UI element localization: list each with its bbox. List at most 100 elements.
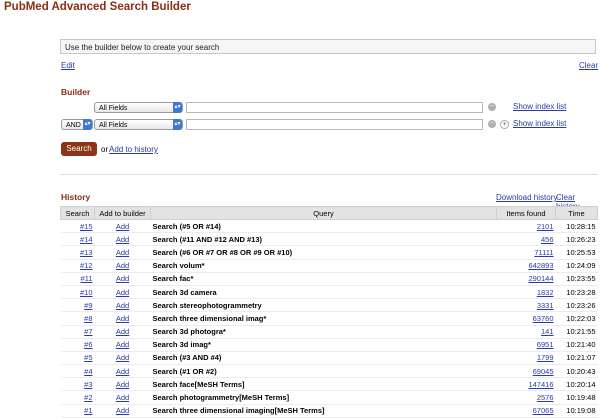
field-select-1[interactable]: All Fields ▴▾	[94, 102, 183, 113]
col-search: Search	[60, 206, 95, 220]
download-history-link[interactable]: Download history	[496, 193, 557, 202]
add-to-builder-link[interactable]: Add	[116, 406, 129, 415]
items-found-link[interactable]: 3331	[537, 301, 554, 310]
history-time: 10:26:23	[566, 234, 596, 244]
history-search-id[interactable]: #10	[80, 288, 93, 297]
or-text: or	[101, 145, 109, 154]
col-items-found: Items found	[496, 206, 556, 220]
items-found-link[interactable]: 1832	[537, 288, 554, 297]
items-found-link[interactable]: 456	[541, 235, 554, 244]
add-to-builder-link[interactable]: Add	[116, 340, 129, 349]
add-to-history-link[interactable]: Add to history	[109, 145, 158, 154]
table-row: #15 Add Search (#5 OR #14) 2101 10:28:15	[60, 219, 598, 234]
add-to-builder-link[interactable]: Add	[116, 288, 129, 297]
history-query: Search face[MeSH Terms]	[152, 379, 245, 389]
history-query: Search three dimensional imaging[MeSH Te…	[152, 406, 325, 416]
items-found-link[interactable]: 67065	[533, 406, 554, 415]
history-search-id[interactable]: #3	[84, 380, 92, 389]
history-query: Search 3d photogra*	[152, 327, 226, 337]
items-found-link[interactable]: 642893	[528, 261, 553, 270]
add-to-builder-link[interactable]: Add	[116, 327, 129, 336]
add-to-builder-link[interactable]: Add	[116, 274, 129, 283]
history-search-id[interactable]: #7	[84, 327, 92, 336]
table-row: #9 Add Search stereophotogrammetry 3331 10:2…	[60, 298, 598, 313]
chevron-updown-icon: ▴▾	[83, 119, 92, 130]
history-search-id[interactable]: #15	[80, 222, 93, 231]
add-to-builder-link[interactable]: Add	[116, 248, 129, 257]
history-search-id[interactable]: #8	[84, 314, 92, 323]
history-query: Search 3d camera	[152, 287, 217, 297]
show-index-list-1[interactable]: Show index list	[513, 102, 566, 111]
items-found-link[interactable]: 2576	[537, 393, 554, 402]
history-time: 10:19:48	[566, 393, 596, 403]
history-time: 10:23:28	[566, 287, 596, 297]
history-query: Search 3d imag*	[152, 340, 211, 350]
page-title: PubMed Advanced Search Builder	[4, 1, 191, 13]
history-query: Search stereophotogrammetry	[152, 300, 262, 310]
history-search-id[interactable]: #12	[80, 261, 93, 270]
term-input-1[interactable]	[186, 102, 483, 113]
add-to-builder-link[interactable]: Add	[116, 380, 129, 389]
table-row: #7 Add Search 3d photogra* 141 10:21:55	[60, 325, 598, 339]
history-search-id[interactable]: #4	[84, 367, 92, 376]
history-search-id[interactable]: #11	[81, 274, 93, 283]
add-to-builder-link[interactable]: Add	[116, 261, 129, 270]
history-time: 10:21:40	[566, 340, 596, 350]
chevron-updown-icon: ▴▾	[173, 119, 182, 130]
col-query: Query	[150, 206, 497, 220]
history-time: 10:21:55	[566, 327, 596, 337]
history-query: Search (#3 AND #4)	[152, 353, 222, 363]
history-search-id[interactable]: #5	[84, 353, 92, 362]
table-row: #13 Add Search (#6 OR #7 OR #8 OR #9 OR #1…	[60, 245, 598, 260]
search-button[interactable]: Search	[61, 142, 97, 156]
table-row: #1 Add Search three dimensional imaging[Me…	[60, 404, 598, 418]
history-heading: History	[61, 192, 91, 202]
add-to-builder-link[interactable]: Add	[116, 367, 129, 376]
table-row: #14 Add Search (#11 AND #12 AND #13) 456 10:…	[60, 232, 598, 247]
add-to-builder-link[interactable]: Add	[116, 393, 129, 402]
items-found-link[interactable]: 290144	[528, 274, 553, 283]
history-time: 10:23:55	[566, 274, 596, 284]
operator-select-value: AND	[66, 122, 81, 129]
add-to-builder-link[interactable]: Add	[116, 353, 129, 362]
history-search-id[interactable]: #13	[80, 248, 93, 257]
history-time: 10:22:03	[566, 313, 596, 323]
add-to-builder-link[interactable]: Add	[116, 222, 129, 231]
items-found-link[interactable]: 69045	[533, 367, 554, 376]
divider	[60, 174, 598, 175]
operator-select[interactable]: AND ▴▾	[61, 119, 93, 130]
items-found-link[interactable]: 6951	[537, 340, 554, 349]
field-select-2[interactable]: All Fields ▴▾	[94, 119, 183, 130]
table-row: #8 Add Search three dimensional imag* 63760…	[60, 311, 598, 326]
edit-link[interactable]: Edit	[61, 61, 75, 70]
remove-row-icon[interactable]: −	[488, 120, 496, 128]
history-search-id[interactable]: #2	[84, 393, 92, 402]
remove-row-icon[interactable]: −	[488, 103, 496, 111]
query-box[interactable]: Use the builder below to create your sea…	[60, 39, 596, 54]
history-search-id[interactable]: #9	[84, 301, 92, 310]
items-found-link[interactable]: 63760	[533, 314, 554, 323]
clear-link[interactable]: Clear	[579, 61, 598, 70]
history-search-id[interactable]: #1	[84, 406, 92, 415]
chevron-updown-icon: ▴▾	[173, 102, 182, 113]
history-time: 10:23:26	[566, 300, 596, 310]
history-time: 10:20:43	[566, 366, 596, 376]
show-index-list-2[interactable]: Show index list	[513, 119, 566, 128]
add-to-builder-link[interactable]: Add	[116, 314, 129, 323]
table-row: #10 Add Search 3d camera 1832 10:23:28	[60, 285, 598, 300]
items-found-link[interactable]: 71111	[534, 248, 553, 257]
add-to-builder-link[interactable]: Add	[116, 301, 129, 310]
term-input-2[interactable]	[186, 119, 483, 130]
items-found-link[interactable]: 2101	[537, 222, 554, 231]
items-found-link[interactable]: 141	[541, 327, 554, 336]
add-row-icon[interactable]: +	[500, 120, 509, 129]
items-found-link[interactable]: 147416	[528, 380, 553, 389]
history-time: 10:20:14	[566, 379, 596, 389]
table-row: #4 Add Search (#1 OR #2) 69045 10:20:43	[60, 364, 598, 379]
add-to-builder-link[interactable]: Add	[116, 235, 129, 244]
items-found-link[interactable]: 1799	[537, 353, 554, 362]
table-row: #11 Add Search fac* 290144 10:23:55	[60, 272, 598, 286]
history-search-id[interactable]: #6	[84, 340, 92, 349]
history-table: Search Add to builder Query Items found …	[60, 206, 598, 418]
history-search-id[interactable]: #14	[80, 235, 93, 244]
